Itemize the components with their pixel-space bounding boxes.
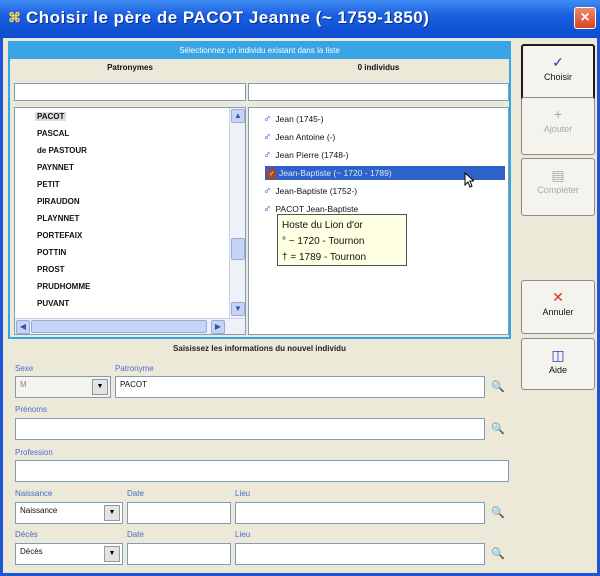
list-item[interactable]: POTTIN — [37, 248, 66, 257]
tooltip-line: ° ~ 1720 - Tournon — [282, 236, 365, 247]
scroll-thumb[interactable] — [231, 238, 245, 260]
sex-label: Sexe — [15, 364, 34, 373]
firstname-input[interactable] — [15, 418, 485, 440]
birth-label: Naissance — [15, 489, 53, 498]
individual-label: PACOT Jean-Baptiste — [275, 204, 359, 214]
chevron-down-icon[interactable]: ▼ — [104, 505, 120, 521]
x-icon: ✕ — [552, 289, 564, 305]
list-item[interactable]: ♂ Jean-Baptiste (1752-) — [263, 184, 357, 198]
scroll-up-icon[interactable]: ▲ — [231, 109, 245, 123]
sex-select[interactable]: M ▼ — [15, 376, 111, 398]
profession-label: Profession — [15, 448, 53, 457]
birth-event-value: Naissance — [20, 506, 58, 515]
chevron-down-icon[interactable]: ▼ — [104, 546, 120, 562]
list-item[interactable]: PACOT — [35, 112, 67, 121]
birth-place-label: Lieu — [235, 489, 251, 498]
death-label: Décès — [15, 530, 38, 539]
list-item[interactable]: PIRAUDON — [37, 197, 80, 206]
birth-date-label: Date — [127, 489, 144, 498]
window-title: Choisir le père de PACOT Jeanne (~ 1759-… — [26, 8, 430, 27]
list-item[interactable]: PETIT — [37, 180, 60, 189]
horizontal-scrollbar[interactable]: ◀ ▶ — [15, 318, 245, 334]
list-item[interactable]: PROST — [37, 265, 65, 274]
profession-input[interactable] — [15, 460, 509, 482]
add-button[interactable]: + Ajouter — [521, 97, 595, 155]
list-item[interactable]: PORTEFAIX — [37, 231, 82, 240]
scroll-down-icon[interactable]: ▼ — [231, 302, 245, 316]
scroll-thumb-horizontal[interactable] — [31, 320, 207, 333]
sex-value: M — [20, 380, 27, 389]
help-icon: ◫ — [551, 347, 565, 363]
binoculars-icon[interactable]: 🔍 — [491, 422, 505, 435]
birth-event-select[interactable]: Naissance ▼ — [15, 502, 123, 524]
male-icon: ♂ — [263, 185, 272, 197]
choose-button[interactable]: ✓ Choisir — [521, 44, 595, 102]
death-place-label: Lieu — [235, 530, 251, 539]
male-icon: ♂ — [263, 131, 272, 143]
dialog-window: ⌘ Choisir le père de PACOT Jeanne (~ 175… — [0, 0, 600, 576]
choose-button-label: Choisir — [543, 72, 572, 82]
death-place-input[interactable] — [235, 543, 485, 565]
binoculars-icon[interactable]: 🔍 — [491, 380, 505, 393]
scroll-right-icon[interactable]: ▶ — [211, 320, 225, 334]
individual-label: Jean-Baptiste (1752-) — [275, 186, 358, 196]
cancel-button[interactable]: ✕ Annuler — [521, 280, 595, 334]
individual-tooltip: Hoste du Lion d'or ° ~ 1720 - Tournon † … — [277, 214, 407, 266]
list-item[interactable]: PRUDHOMME — [37, 282, 90, 291]
list-item[interactable]: de PASTOUR — [37, 146, 87, 155]
help-button[interactable]: ◫ Aide — [521, 338, 595, 390]
surname-input[interactable]: PACOT — [115, 376, 485, 398]
app-icon: ⌘ — [8, 10, 21, 25]
male-icon: ♂ — [263, 149, 272, 161]
complete-button-label: Compléter — [537, 185, 579, 195]
list-item[interactable]: PUVANT — [37, 299, 69, 308]
surnames-column-header[interactable]: Patronymes — [14, 61, 246, 75]
binoculars-icon[interactable]: 🔍 — [491, 506, 505, 519]
help-button-label: Aide — [548, 365, 567, 375]
list-item[interactable]: PASCAL — [37, 129, 69, 138]
cancel-button-label: Annuler — [542, 307, 574, 317]
title-bar[interactable]: ⌘ Choisir le père de PACOT Jeanne (~ 175… — [0, 0, 600, 38]
list-item[interactable]: ♂ Jean (1745-) — [263, 112, 324, 126]
male-icon: ♂ — [267, 169, 276, 179]
individual-label: Jean (1745-) — [275, 114, 324, 124]
chevron-down-icon[interactable]: ▼ — [92, 379, 108, 395]
surname-label: Patronyme — [115, 364, 154, 373]
death-event-value: Décès — [20, 547, 43, 556]
individual-label: Jean-Baptiste (~ 1720 - 1789) — [279, 168, 392, 178]
close-button[interactable]: × — [574, 7, 596, 29]
surname-filter-input[interactable] — [14, 83, 246, 101]
individual-filter-input[interactable] — [248, 83, 509, 101]
birth-date-input[interactable] — [127, 502, 231, 524]
birth-place-input[interactable] — [235, 502, 485, 524]
binoculars-icon[interactable]: 🔍 — [491, 547, 505, 560]
death-date-input[interactable] — [127, 543, 231, 565]
list-item[interactable]: ♂ Jean Antoine (-) — [263, 130, 335, 144]
add-button-label: Ajouter — [543, 124, 573, 134]
list-item[interactable]: ♂ Jean Pierre (1748-) — [263, 148, 349, 162]
individuals-column-header[interactable]: 0 individus — [248, 61, 509, 75]
check-icon: ✓ — [552, 54, 564, 70]
tooltip-line: Hoste du Lion d'or — [282, 220, 363, 231]
vertical-scrollbar[interactable]: ▲ ▼ — [229, 108, 245, 318]
list-item[interactable]: PAYNNET — [37, 163, 74, 172]
tooltip-line: † = 1789 - Tournon — [282, 252, 367, 263]
selection-panel: Sélectionnez un individu existant dans l… — [8, 41, 511, 339]
surname-list[interactable]: PACOT PASCAL de PASTOUR PAYNNET PETIT PI… — [14, 107, 246, 335]
individual-label: Jean Pierre (1748-) — [275, 150, 349, 160]
document-icon: ▤ — [551, 167, 565, 183]
list-item[interactable]: PLAYNNET — [37, 214, 79, 223]
individual-label: Jean Antoine (-) — [275, 132, 336, 142]
death-date-label: Date — [127, 530, 144, 539]
mouse-pointer-icon — [464, 172, 474, 188]
male-icon: ♂ — [263, 203, 272, 215]
selection-header: Sélectionnez un individu existant dans l… — [10, 43, 509, 59]
complete-button[interactable]: ▤ Compléter — [521, 158, 595, 216]
death-event-select[interactable]: Décès ▼ — [15, 543, 123, 565]
firstname-label: Prénoms — [15, 405, 48, 414]
scroll-left-icon[interactable]: ◀ — [16, 320, 30, 334]
form-title: Saisissez les informations du nouvel ind… — [173, 344, 346, 353]
male-icon: ♂ — [263, 113, 272, 125]
plus-icon: + — [553, 106, 563, 122]
